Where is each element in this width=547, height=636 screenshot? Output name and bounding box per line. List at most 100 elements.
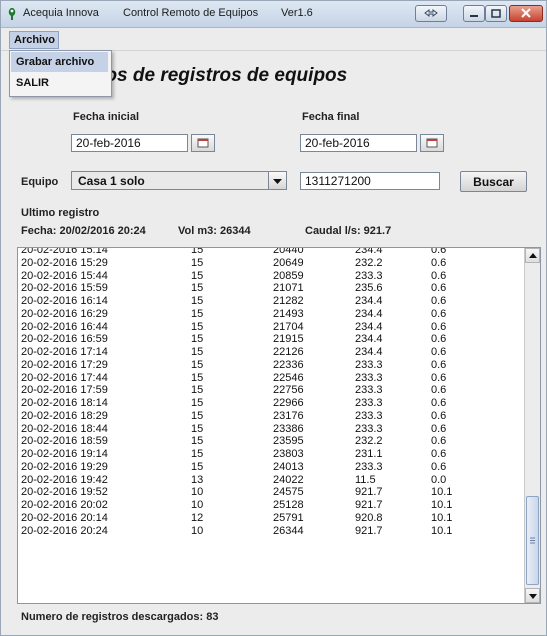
table-row[interactable]: 20-02-2016 16:59 15 21915 234.4 0.6 xyxy=(21,333,521,345)
vertical-scrollbar[interactable] xyxy=(524,248,540,603)
minimize-button[interactable] xyxy=(463,5,485,22)
record-interval: 15 xyxy=(191,307,204,320)
table-row[interactable]: 20-02-2016 19:42 13 24022 11.5 0.0 xyxy=(21,474,521,486)
equipo-select[interactable]: Casa 1 solo xyxy=(71,171,287,190)
record-caudal: 234.4 xyxy=(355,333,383,346)
record-caudal: 920.8 xyxy=(355,511,383,524)
record-interval: 15 xyxy=(191,409,204,422)
fecha-final-field[interactable]: 20-feb-2016 xyxy=(300,134,417,152)
table-row[interactable]: 20-02-2016 15:59 15 21071 235.6 0.6 xyxy=(21,282,521,294)
record-caudal: 232.2 xyxy=(355,256,383,269)
table-row[interactable]: 20-02-2016 18:44 15 23386 233.3 0.6 xyxy=(21,423,521,435)
record-caudal: 231.1 xyxy=(355,448,383,460)
menu-item-salir[interactable]: SALIR xyxy=(11,73,108,93)
chevron-down-icon xyxy=(273,179,282,184)
table-row[interactable]: 20-02-2016 16:29 15 21493 234.4 0.6 xyxy=(21,308,521,320)
record-volume: 20440 xyxy=(273,248,304,256)
table-row[interactable]: 20-02-2016 19:52 10 24575 921.7 10.1 xyxy=(21,486,521,498)
record-interval: 15 xyxy=(191,460,204,473)
buscar-button[interactable]: Buscar xyxy=(460,171,527,192)
table-row[interactable]: 20-02-2016 19:29 15 24013 233.3 0.6 xyxy=(21,461,521,473)
record-volume: 22966 xyxy=(273,397,304,409)
record-volume: 21071 xyxy=(273,282,304,295)
close-button[interactable] xyxy=(509,5,543,22)
record-interval: 15 xyxy=(191,358,204,371)
record-interval: 15 xyxy=(191,448,204,460)
calendar-icon xyxy=(197,138,209,148)
equipo-selected-value: Casa 1 solo xyxy=(78,174,145,188)
record-datetime: 20-02-2016 17:44 xyxy=(21,371,108,384)
record-caudal: 233.3 xyxy=(355,397,383,409)
record-datetime: 20-02-2016 19:14 xyxy=(21,448,108,460)
table-row[interactable]: 20-02-2016 20:02 10 25128 921.7 10.1 xyxy=(21,499,521,511)
record-datetime: 20-02-2016 19:52 xyxy=(21,486,108,499)
record-volume: 24575 xyxy=(273,486,304,499)
scroll-thumb[interactable] xyxy=(526,496,539,585)
equipo-id-field[interactable]: 1311271200 xyxy=(300,172,440,190)
record-value: 0.6 xyxy=(431,282,447,295)
fecha-final-calendar-button[interactable] xyxy=(420,134,444,152)
record-interval: 13 xyxy=(191,473,204,486)
record-value: 0.6 xyxy=(431,248,447,256)
table-row[interactable]: 20-02-2016 17:44 15 22546 233.3 0.6 xyxy=(21,372,521,384)
ultimo-registro-heading: Ultimo registro xyxy=(21,207,100,219)
record-value: 10.1 xyxy=(431,511,453,524)
table-row[interactable]: 20-02-2016 19:14 15 23803 231.1 0.6 xyxy=(21,448,521,460)
table-row[interactable]: 20-02-2016 15:29 15 20649 232.2 0.6 xyxy=(21,257,521,269)
record-value: 0.6 xyxy=(431,256,447,269)
switch-window-button[interactable] xyxy=(415,5,447,22)
records-list[interactable]: 20-02-2016 15:14 15 20440 234.4 0.6 20-02-201… xyxy=(17,247,541,604)
menu-item-grabar-archivo[interactable]: Grabar archivo xyxy=(11,52,108,72)
record-datetime: 20-02-2016 15:59 xyxy=(21,282,108,295)
fecha-inicial-calendar-button[interactable] xyxy=(191,134,215,152)
record-interval: 12 xyxy=(191,511,204,524)
record-interval: 10 xyxy=(191,524,204,537)
record-value: 10.1 xyxy=(431,486,453,499)
record-caudal: 233.3 xyxy=(355,371,383,384)
record-caudal: 233.3 xyxy=(355,384,383,397)
record-datetime: 20-02-2016 16:14 xyxy=(21,295,108,307)
table-row[interactable]: 20-02-2016 18:14 15 22966 233.3 0.6 xyxy=(21,397,521,409)
record-caudal: 234.4 xyxy=(355,346,383,358)
app-name: Acequia Innova xyxy=(23,7,99,19)
record-caudal: 921.7 xyxy=(355,499,383,511)
record-caudal: 233.3 xyxy=(355,409,383,422)
record-interval: 15 xyxy=(191,397,204,409)
record-interval: 15 xyxy=(191,333,204,346)
ultimo-fecha: Fecha: 20/02/2016 20:24 xyxy=(21,225,146,237)
maximize-button[interactable] xyxy=(485,5,507,22)
record-value: 0.6 xyxy=(431,371,447,384)
fecha-inicial-label: Fecha inicial xyxy=(73,111,140,123)
record-value: 0.6 xyxy=(431,409,447,422)
record-interval: 15 xyxy=(191,371,204,384)
table-row[interactable]: 20-02-2016 16:14 15 21282 234.4 0.6 xyxy=(21,295,521,307)
record-interval: 15 xyxy=(191,384,204,397)
table-row[interactable]: 20-02-2016 20:24 10 26344 921.7 10.1 xyxy=(21,525,521,537)
record-volume: 21704 xyxy=(273,320,304,333)
archivo-dropdown-menu: Grabar archivo SALIR xyxy=(9,50,112,97)
record-value: 0.6 xyxy=(431,333,447,346)
table-row[interactable]: 20-02-2016 17:29 15 22336 233.3 0.6 xyxy=(21,359,521,371)
table-row[interactable]: 20-02-2016 18:29 15 23176 233.3 0.6 xyxy=(21,410,521,422)
record-datetime: 20-02-2016 16:29 xyxy=(21,307,108,320)
table-row[interactable]: 20-02-2016 20:14 12 25791 920.8 10.1 xyxy=(21,512,521,524)
record-volume: 22336 xyxy=(273,358,304,371)
table-row[interactable]: 20-02-2016 17:14 15 22126 234.4 0.6 xyxy=(21,346,521,358)
record-caudal: 233.3 xyxy=(355,269,383,282)
table-row[interactable]: 20-02-2016 17:59 15 22756 233.3 0.6 xyxy=(21,384,521,396)
table-row[interactable]: 20-02-2016 15:14 15 20440 234.4 0.6 xyxy=(21,248,521,256)
fecha-final-label: Fecha final xyxy=(302,111,360,123)
record-datetime: 20-02-2016 20:14 xyxy=(21,511,108,524)
record-value: 0.0 xyxy=(431,473,447,486)
record-value: 10.1 xyxy=(431,524,453,537)
scroll-up-button[interactable] xyxy=(525,248,540,263)
table-row[interactable]: 20-02-2016 16:44 15 21704 234.4 0.6 xyxy=(21,321,521,333)
fecha-inicial-field[interactable]: 20-feb-2016 xyxy=(71,134,188,152)
table-row[interactable]: 20-02-2016 15:44 15 20859 233.3 0.6 xyxy=(21,270,521,282)
equipo-dropdown-arrow[interactable] xyxy=(268,172,286,189)
table-row[interactable]: 20-02-2016 18:59 15 23595 232.2 0.6 xyxy=(21,435,521,447)
record-value: 10.1 xyxy=(431,499,453,511)
menu-archivo[interactable]: Archivo xyxy=(9,31,59,49)
title-bar[interactable]: Acequia Innova Control Remoto de Equipos… xyxy=(1,1,546,28)
scroll-down-button[interactable] xyxy=(525,588,540,603)
